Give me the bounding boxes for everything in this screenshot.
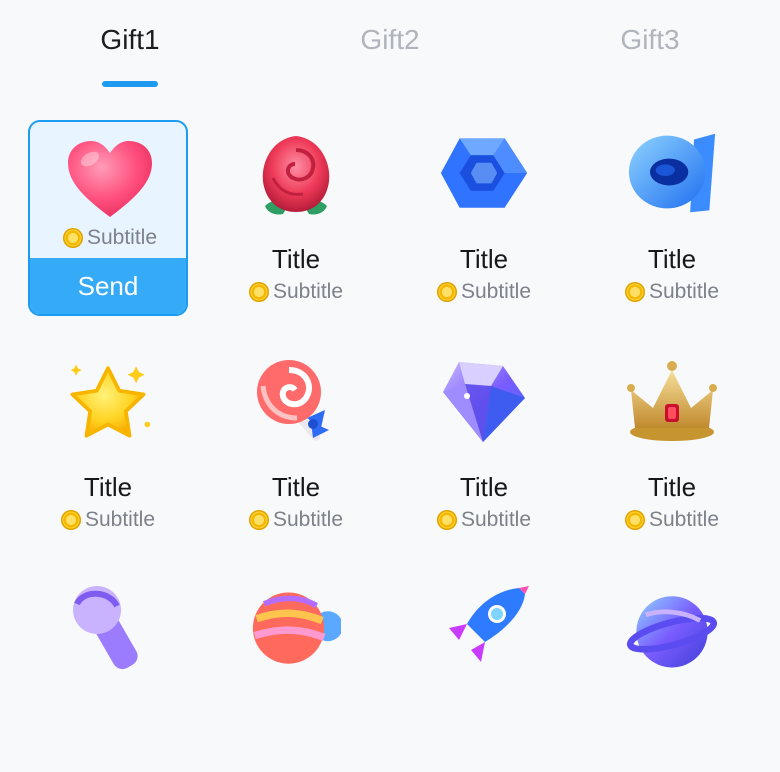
gift-title: Title <box>271 472 321 502</box>
gift-title: Title <box>459 472 509 502</box>
coin-icon <box>436 282 457 302</box>
gift-price: Subtitle <box>28 508 188 532</box>
planet-icon <box>627 584 717 674</box>
gift-title: Title <box>647 244 697 274</box>
microphone-icon <box>63 584 153 674</box>
gift-price: Subtitle <box>404 280 564 304</box>
coin-icon <box>60 510 81 530</box>
gift-price: Subtitle <box>216 280 376 304</box>
coin-icon <box>436 510 457 530</box>
coin-icon <box>248 282 269 302</box>
star-icon <box>63 356 153 446</box>
gift-item-lollipop[interactable]: Title Subtitle <box>216 348 376 544</box>
hot-air-balloon-icon <box>251 584 341 674</box>
lollipop-icon <box>251 356 341 446</box>
rose-icon <box>251 128 341 218</box>
gift-item-heart[interactable]: Subtitle Send <box>28 120 188 316</box>
gift-subtitle: Subtitle <box>648 508 720 531</box>
gift-price: Subtitle <box>404 508 564 532</box>
blue-cube-icon <box>439 128 529 218</box>
coin-icon <box>62 228 83 248</box>
rocket-icon <box>439 584 529 674</box>
gift-item-planet[interactable] <box>592 576 752 772</box>
gift-item-rocket[interactable] <box>404 576 564 772</box>
gift-item-microphone[interactable] <box>28 576 188 772</box>
gift-price: Subtitle <box>592 508 752 532</box>
blue-ring-icon <box>627 128 717 218</box>
gift-item-rose[interactable]: Title Subtitle <box>216 120 376 316</box>
gift-subtitle: Subtitle <box>272 508 344 531</box>
gift-subtitle: Subtitle <box>272 280 344 303</box>
gift-price: Subtitle <box>216 508 376 532</box>
gift-subtitle: Subtitle <box>460 508 532 531</box>
diamond-icon <box>439 356 529 446</box>
gift-item-star[interactable]: Title Subtitle <box>28 348 188 544</box>
coin-icon <box>248 510 269 530</box>
heart-icon <box>65 134 155 224</box>
crown-icon <box>627 356 717 446</box>
gift-title: Title <box>271 244 321 274</box>
gift-item-hot-air-balloon[interactable] <box>216 576 376 772</box>
gift-title: Title <box>647 472 697 502</box>
gift-item-diamond[interactable]: Title Subtitle <box>404 348 564 544</box>
gift-subtitle: Subtitle <box>86 226 158 249</box>
coin-icon <box>624 282 645 302</box>
gift-grid: Subtitle Send Title Subtitle Title Subti… <box>0 0 780 672</box>
gift-item-crown[interactable]: Title Subtitle <box>592 348 752 544</box>
gift-title: Title <box>83 472 133 502</box>
gift-title: Title <box>459 244 509 274</box>
send-button[interactable]: Send <box>30 258 186 314</box>
coin-icon <box>624 510 645 530</box>
gift-price: Subtitle <box>592 280 752 304</box>
gift-subtitle: Subtitle <box>84 508 156 531</box>
gift-price: Subtitle <box>30 226 186 250</box>
gift-item-blue-cube[interactable]: Title Subtitle <box>404 120 564 316</box>
gift-subtitle: Subtitle <box>648 280 720 303</box>
gift-item-blue-ring[interactable]: Title Subtitle <box>592 120 752 316</box>
gift-subtitle: Subtitle <box>460 280 532 303</box>
